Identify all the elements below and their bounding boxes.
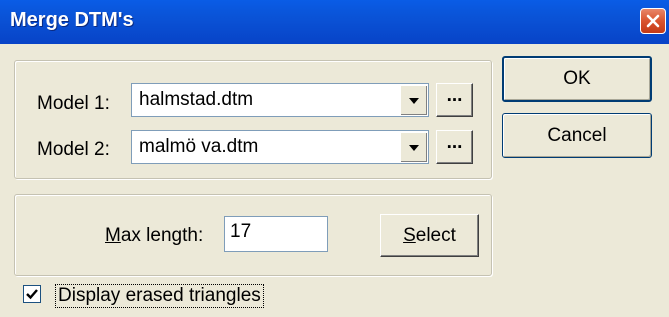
close-button[interactable] bbox=[640, 8, 666, 34]
model-2-browse-label: ... bbox=[446, 132, 463, 153]
model-2-select[interactable]: malmö va.dtm bbox=[131, 130, 429, 164]
close-icon bbox=[646, 14, 660, 28]
cancel-button[interactable]: Cancel bbox=[502, 113, 652, 158]
select-button-label: Select bbox=[403, 224, 456, 246]
display-erased-checkbox[interactable] bbox=[23, 285, 41, 303]
chevron-down-icon bbox=[409, 97, 419, 104]
max-length-label: Max length: bbox=[105, 225, 204, 246]
model-2-label: Model 2: bbox=[37, 139, 110, 160]
model-2-value: malmö va.dtm bbox=[139, 136, 259, 157]
title-bar[interactable]: Merge DTM's bbox=[0, 0, 669, 44]
model-1-dropdown-button[interactable] bbox=[400, 85, 427, 115]
model-2-dropdown-button[interactable] bbox=[400, 132, 427, 162]
max-length-input[interactable]: 17 bbox=[224, 216, 328, 252]
model-1-value: halmstad.dtm bbox=[139, 89, 254, 110]
checkmark-icon bbox=[26, 289, 38, 300]
display-erased-label[interactable]: Display erased triangles bbox=[55, 284, 264, 308]
chevron-down-icon bbox=[409, 144, 419, 151]
merge-dtm-dialog: Merge DTM's Model 1: halmstad.dtm ... Mo… bbox=[0, 0, 669, 317]
ok-button-label: OK bbox=[563, 68, 591, 89]
model-1-browse-label: ... bbox=[446, 85, 463, 106]
dialog-title: Merge DTM's bbox=[10, 9, 134, 31]
ok-button[interactable]: OK bbox=[502, 56, 652, 102]
model-2-browse-button[interactable]: ... bbox=[436, 130, 473, 164]
model-1-label: Model 1: bbox=[37, 93, 110, 114]
model-1-browse-button[interactable]: ... bbox=[436, 83, 473, 117]
max-length-value: 17 bbox=[230, 221, 252, 242]
cancel-button-label: Cancel bbox=[547, 124, 607, 146]
select-button[interactable]: Select bbox=[380, 214, 479, 257]
model-1-select[interactable]: halmstad.dtm bbox=[131, 83, 429, 117]
